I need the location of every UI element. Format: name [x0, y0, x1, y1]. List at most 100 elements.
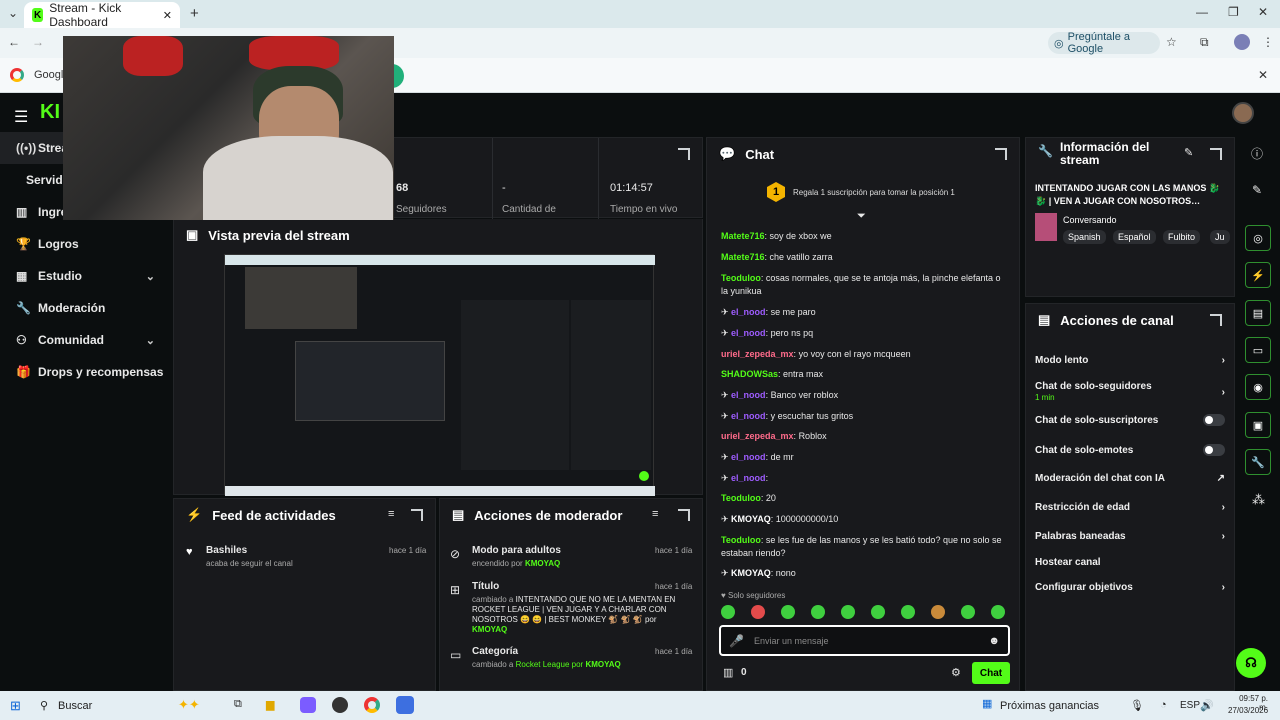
google-icon: [10, 68, 24, 82]
filter-icon[interactable]: ≡: [388, 508, 394, 520]
sidebar-item-drops[interactable]: 🎁 Drops y recompensas: [0, 356, 173, 388]
sidebar-item-moderacion[interactable]: 🔧 Moderación: [0, 292, 173, 324]
minimize-icon[interactable]: —: [1196, 5, 1208, 19]
subscribers-only-action[interactable]: Chat de solo-suscriptores: [1035, 414, 1225, 426]
close-bar-icon[interactable]: ✕: [1258, 68, 1268, 82]
taskbar-lang[interactable]: ESP: [1180, 700, 1200, 711]
emoji-icon[interactable]: ☻: [988, 635, 1000, 647]
chat-header: 💬 Chat: [707, 138, 1019, 170]
emote-icon[interactable]: [901, 605, 915, 619]
kick-logo[interactable]: KI: [40, 101, 60, 124]
forward-icon[interactable]: →: [32, 35, 44, 49]
banned-words-action[interactable]: Palabras baneadas ›: [1035, 531, 1225, 542]
hamburger-menu-icon[interactable]: ☰: [14, 107, 28, 127]
actions-tool-icon[interactable]: ▣: [1245, 412, 1271, 438]
settings-icon[interactable]: ⚙: [951, 666, 961, 679]
chevron-right-icon: ›: [1221, 531, 1225, 542]
emote-icon[interactable]: [751, 605, 765, 619]
info-category[interactable]: Conversando: [1063, 215, 1117, 225]
expand-icon[interactable]: [995, 148, 1007, 160]
feed-user[interactable]: Bashiles: [206, 545, 247, 556]
maximize-icon[interactable]: ❐: [1228, 5, 1239, 19]
action-label: Moderación del chat con IA: [1035, 473, 1166, 484]
wrench-icon: 🔧: [1038, 144, 1053, 158]
extensions-icon[interactable]: ⧉: [1200, 35, 1209, 50]
chat-input[interactable]: 🎤 Enviar un mensaje ☻: [719, 625, 1010, 656]
points-icon[interactable]: ▥: [723, 666, 733, 679]
slow-mode-action[interactable]: Modo lento ›: [1035, 355, 1225, 366]
file-explorer-icon[interactable]: ▆: [266, 698, 274, 711]
emote-icon[interactable]: [781, 605, 795, 619]
followers-only-action[interactable]: Chat de solo-seguidores 1 min ›: [1035, 381, 1225, 403]
app-icon[interactable]: [396, 696, 414, 714]
gift-sub-banner[interactable]: 1 Regala 1 suscripción para tomar la pos…: [767, 182, 955, 202]
edit-pencil-icon[interactable]: ✎: [1184, 146, 1193, 159]
stream-preview-video[interactable]: [224, 254, 655, 496]
expand-icon[interactable]: [1210, 314, 1222, 326]
bookmark-star-icon[interactable]: ☆: [1166, 35, 1177, 49]
document-tool-icon[interactable]: ▤: [1245, 300, 1271, 326]
profile-avatar[interactable]: [1234, 34, 1250, 50]
taskbar-news[interactable]: Próximas ganancias: [1000, 700, 1099, 712]
task-view-icon[interactable]: ⧉: [234, 698, 242, 711]
ask-google-button[interactable]: ◎ Pregúntale a Google: [1048, 31, 1160, 55]
info-icon[interactable]: ⓘ: [1251, 145, 1263, 162]
chat-tool-icon[interactable]: ▭: [1245, 337, 1271, 363]
browser-menu-icon[interactable]: ⋮: [1262, 35, 1274, 49]
new-tab-icon[interactable]: +: [190, 5, 199, 22]
bolt-tool-icon[interactable]: ⚡: [1245, 262, 1271, 288]
emotes-only-action[interactable]: Chat de solo-emotes: [1035, 444, 1225, 456]
emote-icon[interactable]: [811, 605, 825, 619]
age-restriction-action[interactable]: Restricción de edad ›: [1035, 502, 1225, 513]
divider: [492, 138, 493, 219]
taskbar-search[interactable]: Buscar: [58, 700, 92, 712]
emote-icon[interactable]: [841, 605, 855, 619]
ai-moderation-action[interactable]: Moderación del chat con IA ↗: [1035, 473, 1225, 484]
edit-icon[interactable]: ✎: [1252, 183, 1262, 197]
emotes-only-toggle[interactable]: [1203, 444, 1225, 456]
tag[interactable]: Español: [1113, 230, 1156, 244]
obs-icon[interactable]: [332, 697, 348, 713]
tag[interactable]: Ju: [1210, 230, 1230, 244]
tag[interactable]: Spanish: [1063, 230, 1106, 244]
apps-icon[interactable]: ⁂: [1252, 492, 1265, 508]
subscribers-only-toggle[interactable]: [1203, 414, 1225, 426]
emote-icon[interactable]: [721, 605, 735, 619]
close-tab-icon[interactable]: ✕: [163, 9, 172, 22]
expand-icon[interactable]: [678, 509, 690, 521]
back-icon[interactable]: ←: [8, 35, 20, 49]
followers-label: Seguidores: [396, 204, 447, 215]
expand-icon[interactable]: [678, 148, 690, 160]
broadcast-tool-icon[interactable]: ◉: [1245, 374, 1271, 400]
filter-icon[interactable]: ≡: [652, 508, 658, 520]
mic-tray-icon[interactable]: 🎙: [1130, 699, 1144, 712]
browser-tab[interactable]: K Stream - Kick Dashboard ✕: [24, 1, 180, 29]
sidebar-item-logros[interactable]: 🏆 Logros: [0, 228, 173, 260]
pinned-arrow-icon[interactable]: ⏷: [857, 210, 866, 223]
expand-icon[interactable]: [411, 509, 423, 521]
windows-start-icon[interactable]: ⊞: [10, 698, 21, 714]
wrench-tool-icon[interactable]: 🔧: [1245, 449, 1271, 475]
send-chat-button[interactable]: Chat: [972, 662, 1010, 684]
volume-icon[interactable]: 🔊: [1200, 699, 1214, 712]
emote-icon[interactable]: [991, 605, 1005, 619]
goals-action[interactable]: Configurar objetivos ›: [1035, 582, 1225, 593]
points-value: 0: [741, 667, 747, 678]
emote-icon[interactable]: [931, 605, 945, 619]
sidebar-item-comunidad[interactable]: ⚇ Comunidad ⌄: [0, 324, 173, 356]
support-headset-icon[interactable]: ☊: [1236, 648, 1266, 678]
wifi-icon[interactable]: ◔: [1160, 699, 1167, 711]
camera-tool-icon[interactable]: ◎: [1245, 225, 1271, 251]
emote-icon[interactable]: [961, 605, 975, 619]
chrome-icon[interactable]: [364, 697, 380, 713]
discord-icon[interactable]: [300, 697, 316, 713]
user-avatar[interactable]: [1232, 102, 1254, 124]
sidebar-item-estudio[interactable]: ▦ Estudio ⌄: [0, 260, 173, 292]
microphone-icon[interactable]: 🎤: [729, 634, 744, 648]
expand-icon[interactable]: [1210, 148, 1222, 160]
emote-icon[interactable]: [871, 605, 885, 619]
host-channel-action[interactable]: Hostear canal: [1035, 557, 1225, 568]
tab-menu-icon[interactable]: ⌄: [8, 6, 18, 20]
tag[interactable]: Fulbito: [1163, 230, 1201, 244]
close-window-icon[interactable]: ✕: [1258, 5, 1268, 19]
